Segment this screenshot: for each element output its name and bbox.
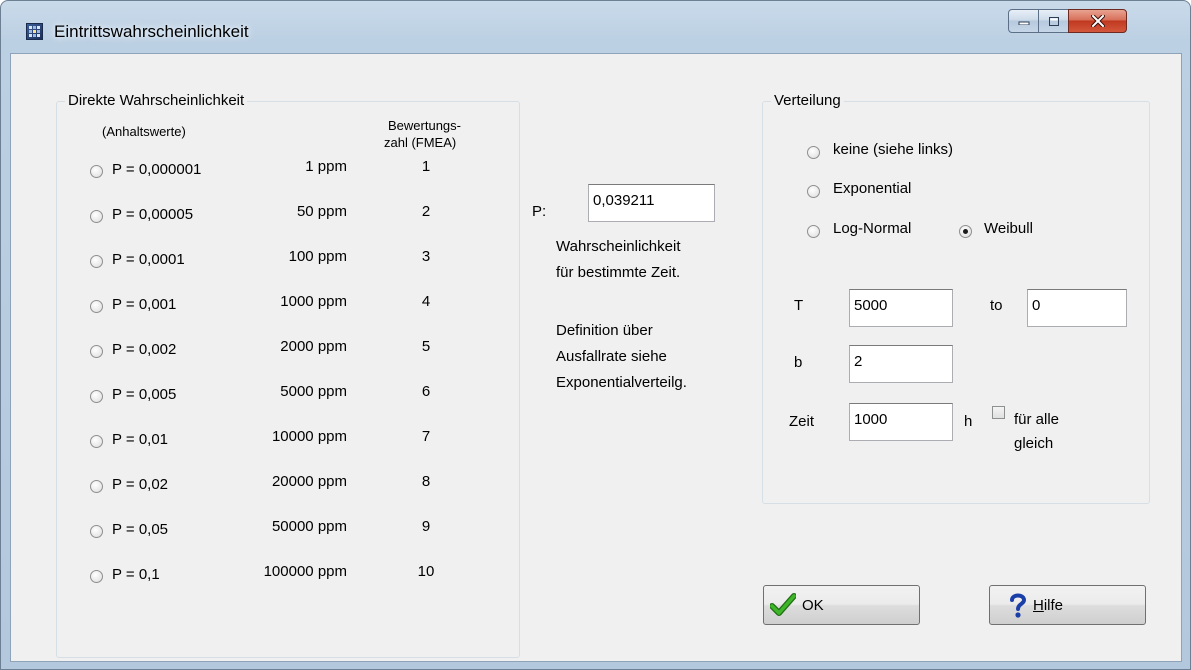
score-header-line2: zahl (FMEA) [384, 135, 457, 150]
probability-value-label[interactable]: P = 0,01 [112, 431, 168, 448]
radio-probability-option[interactable] [90, 435, 103, 448]
fmea-score-label: 1 [421, 158, 431, 175]
zeit-field[interactable]: 1000 [849, 403, 953, 441]
distribution-lognormal-label[interactable]: Log-Normal [833, 220, 911, 237]
zeit-label: Zeit [789, 413, 815, 430]
radio-probability-option[interactable] [90, 525, 103, 538]
radio-probability-option[interactable] [90, 165, 103, 178]
probability-value-label[interactable]: P = 0,00005 [112, 206, 193, 223]
radio-distribution-lognormal[interactable] [807, 225, 820, 238]
probability-value-label[interactable]: P = 0,001 [112, 296, 176, 313]
same-for-all-line2[interactable]: gleich [1014, 435, 1053, 452]
title-bar[interactable]: Eintrittswahrscheinlichkeit [1, 1, 1190, 55]
definition-note-line2: Ausfallrate siehe [556, 348, 667, 365]
hours-unit-label: h [964, 413, 973, 430]
maximize-button[interactable] [1038, 9, 1069, 33]
distribution-weibull-label[interactable]: Weibull [984, 220, 1033, 237]
probability-description-line2: für bestimmte Zeit. [556, 264, 681, 281]
probability-value-label[interactable]: P = 0,0001 [112, 251, 185, 268]
fmea-score-label: 4 [421, 293, 431, 310]
help-accelerator: H [1033, 596, 1044, 614]
p-label: P: [532, 203, 547, 220]
radio-probability-option[interactable] [90, 480, 103, 493]
distribution-title: Verteilung [771, 92, 844, 109]
distribution-exponential-label[interactable]: Exponential [833, 180, 911, 197]
distribution-none-label[interactable]: keine (siehe links) [833, 141, 953, 158]
probability-description-line1: Wahrscheinlichkeit [556, 238, 681, 255]
radio-probability-option[interactable] [90, 390, 103, 403]
probability-value-label[interactable]: P = 0,000001 [112, 161, 201, 178]
ppm-value-label: 2000 ppm [280, 338, 347, 355]
ppm-value-label: 100000 ppm [263, 563, 347, 580]
t0-label: to [990, 297, 1003, 314]
radio-probability-option[interactable] [90, 210, 103, 223]
ppm-value-label: 1000 ppm [280, 293, 347, 310]
p-value-field[interactable]: 0,039211 [588, 184, 715, 222]
radio-probability-option[interactable] [90, 570, 103, 583]
ppm-value-label: 50 ppm [296, 203, 347, 220]
help-button[interactable]: Hilfe [989, 585, 1146, 625]
t-label: T [794, 297, 804, 314]
ppm-value-label: 5000 ppm [280, 383, 347, 400]
same-for-all-checkbox[interactable] [992, 406, 1005, 419]
close-button[interactable] [1068, 9, 1127, 33]
definition-note-line3: Exponentialverteilg. [556, 374, 687, 391]
help-label-rest: ilfe [1043, 596, 1064, 614]
minimize-button[interactable] [1008, 9, 1039, 33]
dialog-client-area: Direkte Wahrscheinlichkeit (Anhaltswerte… [10, 53, 1182, 662]
fmea-score-label: 10 [417, 563, 435, 580]
t-field[interactable]: 5000 [849, 289, 953, 327]
b-label: b [794, 354, 803, 371]
maximize-icon [1048, 16, 1059, 26]
radio-selected-dot [963, 229, 968, 234]
radio-distribution-exponential[interactable] [807, 185, 820, 198]
probability-value-label[interactable]: P = 0,05 [112, 521, 168, 538]
window-title: Eintrittswahrscheinlichkeit [54, 22, 249, 41]
radio-probability-option[interactable] [90, 300, 103, 313]
close-icon [1090, 15, 1105, 27]
fmea-score-label: 5 [421, 338, 431, 355]
ppm-value-label: 20000 ppm [271, 473, 347, 490]
help-button-label: Hilfe [1033, 597, 1063, 614]
fmea-score-label: 6 [421, 383, 431, 400]
fmea-score-label: 2 [421, 203, 431, 220]
question-mark-icon [1010, 593, 1027, 618]
probability-value-label[interactable]: P = 0,1 [112, 566, 160, 583]
checkmark-icon [770, 593, 796, 616]
fmea-score-label: 8 [421, 473, 431, 490]
ok-button-label: OK [802, 596, 824, 614]
radio-distribution-none[interactable] [807, 146, 820, 159]
same-for-all-line1[interactable]: für alle [1014, 411, 1059, 428]
fmea-score-label: 3 [421, 248, 431, 265]
t0-field[interactable]: 0 [1027, 289, 1127, 327]
fmea-score-label: 9 [421, 518, 431, 535]
definition-note-line1: Definition über [556, 322, 653, 339]
direct-probability-title: Direkte Wahrscheinlichkeit [65, 92, 248, 109]
ppm-value-label: 10000 ppm [271, 428, 347, 445]
minimize-icon [1018, 21, 1029, 25]
dialog-window: Eintrittswahrscheinlichkeit Direkte Wahr… [0, 0, 1191, 670]
ppm-value-label: 50000 ppm [271, 518, 347, 535]
radio-distribution-weibull[interactable] [959, 225, 972, 238]
radio-probability-option[interactable] [90, 255, 103, 268]
ppm-value-label: 100 ppm [288, 248, 347, 265]
probability-value-label[interactable]: P = 0,02 [112, 476, 168, 493]
reference-values-label: (Anhaltswerte) [102, 124, 186, 139]
probability-value-label[interactable]: P = 0,005 [112, 386, 176, 403]
b-field[interactable]: 2 [849, 345, 953, 383]
ppm-value-label: 1 ppm [305, 158, 347, 175]
probability-value-label[interactable]: P = 0,002 [112, 341, 176, 358]
app-grid-icon[interactable] [26, 23, 43, 40]
ok-button[interactable]: OK [763, 585, 920, 625]
radio-probability-option[interactable] [90, 345, 103, 358]
score-header-line1: Bewertungs- [388, 118, 461, 133]
fmea-score-label: 7 [421, 428, 431, 445]
